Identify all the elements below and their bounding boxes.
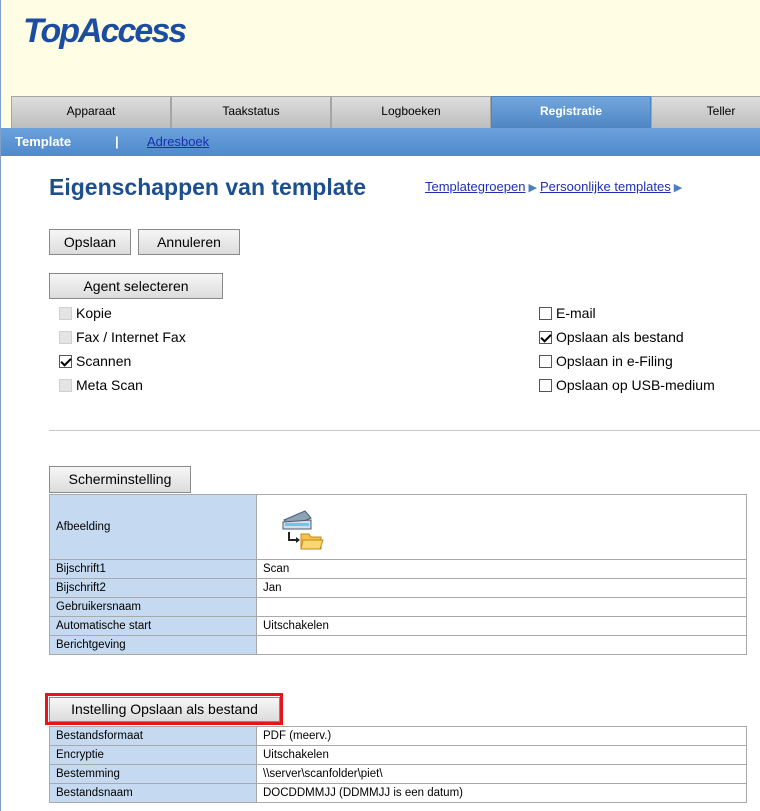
opslaan-bestand-label: Opslaan als bestand	[556, 329, 684, 345]
tab-registratie[interactable]: Registratie	[491, 96, 651, 128]
agent-kopie: Kopie	[59, 305, 112, 321]
bestandsnaam-label: Bestandsnaam	[49, 783, 257, 803]
arrow-right-icon: ▶	[673, 182, 683, 194]
subnav-adresboek-link[interactable]: Adresboek	[147, 134, 209, 149]
afbeelding-value	[256, 494, 747, 560]
table-row: Automatische start Uitschakelen	[49, 616, 747, 636]
fax-label: Fax / Internet Fax	[76, 329, 186, 345]
automatische-start-value: Uitschakelen	[256, 616, 747, 636]
bijschrift2-value: Jan	[256, 578, 747, 598]
highlight-box	[45, 693, 283, 725]
berichtgeving-value	[256, 635, 747, 655]
kopie-checkbox	[59, 306, 72, 320]
efiling-label: Opslaan in e-Filing	[556, 353, 673, 369]
tab-teller[interactable]: Teller	[651, 96, 760, 128]
kopie-label: Kopie	[76, 305, 112, 321]
arrow-right-icon: ▶	[528, 182, 537, 194]
breadcrumb-persoonlijke-templates[interactable]: Persoonlijke templates	[540, 179, 671, 194]
table-row: Bijschrift1 Scan	[49, 559, 747, 579]
screen-settings-table: Afbeelding Bijschrift1 Scan Bijschrift2 …	[49, 494, 747, 655]
afbeelding-label: Afbeelding	[49, 494, 257, 560]
agent-scannen[interactable]: Scannen	[59, 353, 131, 369]
bestandsformaat-label: Bestandsformaat	[49, 726, 257, 746]
cancel-button[interactable]: Annuleren	[138, 229, 240, 255]
agent-email[interactable]: E-mail	[539, 305, 596, 321]
screen-settings-button[interactable]: Scherminstelling	[49, 466, 191, 493]
agent-efiling[interactable]: Opslaan in e-Filing	[539, 353, 673, 369]
scannen-checkbox[interactable]	[59, 354, 72, 368]
bestandsformaat-value: PDF (meerv.)	[256, 726, 747, 746]
header: TopAccess	[1, 0, 760, 88]
table-row: Berichtgeving	[49, 635, 747, 655]
agent-usb[interactable]: Opslaan op USB-medium	[539, 377, 715, 393]
agent-meta-scan: Meta Scan	[59, 377, 143, 393]
efiling-checkbox[interactable]	[539, 354, 552, 368]
file-settings-table: Bestandsformaat PDF (meerv.) Encryptie U…	[49, 726, 747, 803]
meta-scan-checkbox	[59, 378, 72, 392]
encryptie-label: Encryptie	[49, 745, 257, 765]
table-row: Gebruikersnaam	[49, 597, 747, 617]
table-row: Bijschrift2 Jan	[49, 578, 747, 598]
berichtgeving-label: Berichtgeving	[49, 635, 257, 655]
tab-logboeken[interactable]: Logboeken	[331, 96, 491, 128]
email-checkbox[interactable]	[539, 306, 552, 320]
bijschrift1-value: Scan	[256, 559, 747, 579]
email-label: E-mail	[556, 305, 596, 321]
table-row: Bestandsformaat PDF (meerv.)	[49, 726, 747, 746]
bijschrift1-label: Bijschrift1	[49, 559, 257, 579]
agent-select-button[interactable]: Agent selecteren	[49, 273, 223, 299]
encryptie-value: Uitschakelen	[256, 745, 747, 765]
automatische-start-label: Automatische start	[49, 616, 257, 636]
meta-scan-label: Meta Scan	[76, 377, 143, 393]
bestandsnaam-value: DOCDDMMJJ (DDMMJJ is een datum)	[256, 783, 747, 803]
gebruikersnaam-label: Gebruikersnaam	[49, 597, 257, 617]
save-button[interactable]: Opslaan	[49, 229, 131, 255]
page-title: Eigenschappen van template	[49, 174, 366, 200]
table-row: Afbeelding	[49, 494, 747, 560]
subnav-template: Template	[15, 134, 72, 149]
opslaan-bestand-checkbox[interactable]	[539, 330, 552, 344]
scan-to-folder-icon	[282, 510, 324, 550]
bestemming-label: Bestemming	[49, 764, 257, 784]
table-row: Bestandsnaam DOCDDMMJJ (DDMMJJ is een da…	[49, 783, 747, 803]
sub-navigation: Template | Adresboek	[1, 128, 760, 156]
table-row: Encryptie Uitschakelen	[49, 745, 747, 765]
tab-apparaat[interactable]: Apparaat	[11, 96, 171, 128]
topaccess-logo: TopAccess	[23, 12, 187, 50]
subnav-separator: |	[115, 134, 119, 149]
agent-fax: Fax / Internet Fax	[59, 329, 186, 345]
tab-taakstatus[interactable]: Taakstatus	[171, 96, 331, 128]
breadcrumb-templategroepen[interactable]: Templategroepen	[425, 179, 525, 194]
scannen-label: Scannen	[76, 353, 132, 369]
fax-checkbox	[59, 330, 72, 344]
table-row: Bestemming \\server\scanfolder\piet\	[49, 764, 747, 784]
bijschrift2-label: Bijschrift2	[49, 578, 257, 598]
gebruikersnaam-value	[256, 597, 747, 617]
divider	[49, 430, 760, 431]
bestemming-value: \\server\scanfolder\piet\	[256, 764, 747, 784]
usb-checkbox[interactable]	[539, 378, 552, 392]
main-tabs: Apparaat Taakstatus Logboeken Registrati…	[1, 88, 760, 128]
agent-opslaan-bestand[interactable]: Opslaan als bestand	[539, 329, 684, 345]
usb-label: Opslaan op USB-medium	[556, 377, 715, 393]
breadcrumb: Templategroepen ▶ Persoonlijke templates ▶	[425, 179, 685, 194]
